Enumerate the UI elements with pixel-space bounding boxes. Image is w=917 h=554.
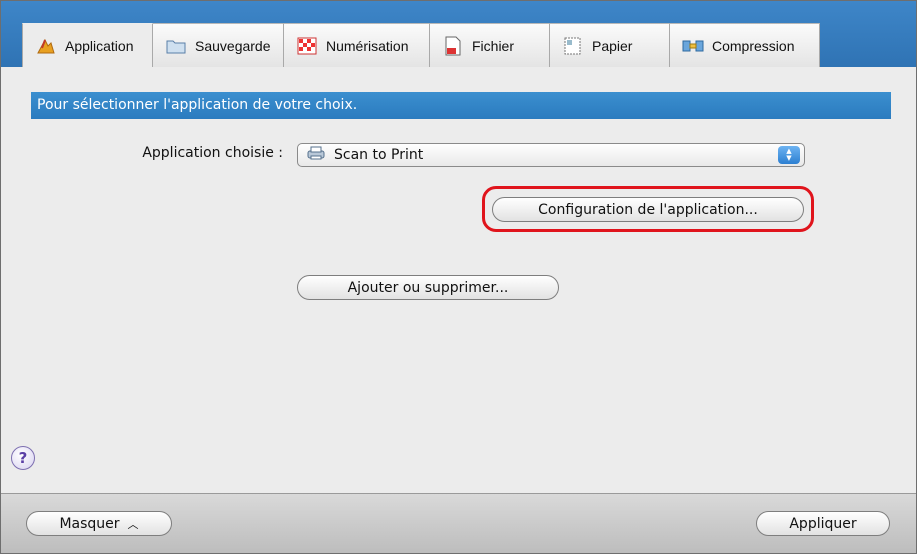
chevron-up-icon: ︿ xyxy=(127,517,139,531)
section-header: Pour sélectionner l'application de votre… xyxy=(31,92,891,119)
tab-label: Fichier xyxy=(472,37,515,54)
help-button[interactable]: ? xyxy=(11,446,35,470)
printer-icon xyxy=(306,146,326,164)
tab-label: Compression xyxy=(712,37,795,54)
tab-label: Sauvegarde xyxy=(195,37,271,54)
tab-list: Application Sauvegarde Numérisation Fich… xyxy=(22,23,820,67)
tab-application[interactable]: Application xyxy=(22,23,153,67)
tab-compression[interactable]: Compression xyxy=(670,23,820,67)
hide-button-label: Masquer xyxy=(59,515,120,532)
tab-fichier[interactable]: Fichier xyxy=(430,23,550,67)
compression-icon xyxy=(682,36,704,56)
application-config-button[interactable]: Configuration de l'application... xyxy=(492,197,804,222)
application-select-value: Scan to Print xyxy=(334,147,424,163)
tab-label: Application xyxy=(65,37,134,54)
file-icon xyxy=(442,36,464,56)
tab-bar: Application Sauvegarde Numérisation Fich… xyxy=(1,1,916,67)
folder-icon xyxy=(165,36,187,56)
application-select[interactable]: Scan to Print ▲ ▼ xyxy=(297,143,805,167)
application-icon xyxy=(35,36,57,56)
tab-label: Papier xyxy=(592,37,633,54)
application-select-label: Application choisie : xyxy=(142,145,283,161)
tab-papier[interactable]: Papier xyxy=(550,23,670,67)
tab-sauvegarde[interactable]: Sauvegarde xyxy=(153,23,284,67)
scan-settings-window: Application Sauvegarde Numérisation Fich… xyxy=(0,0,917,554)
add-remove-button[interactable]: Ajouter ou supprimer... xyxy=(297,275,559,300)
hide-button[interactable]: Masquer ︿ xyxy=(26,511,172,536)
tab-label: Numérisation xyxy=(326,37,409,54)
updown-arrows-icon: ▲ ▼ xyxy=(778,146,800,164)
scan-icon xyxy=(296,36,318,56)
paper-icon xyxy=(562,36,584,56)
apply-button[interactable]: Appliquer xyxy=(756,511,890,536)
tab-numerisation[interactable]: Numérisation xyxy=(284,23,430,67)
